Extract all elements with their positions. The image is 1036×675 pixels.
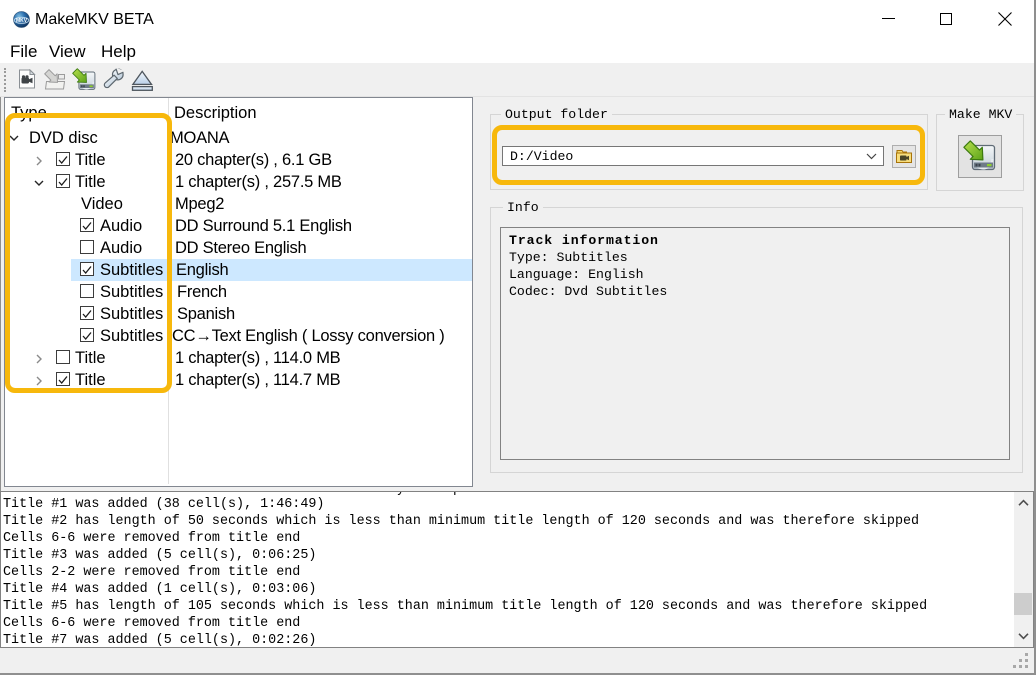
svg-text:MKV: MKV	[16, 18, 28, 24]
